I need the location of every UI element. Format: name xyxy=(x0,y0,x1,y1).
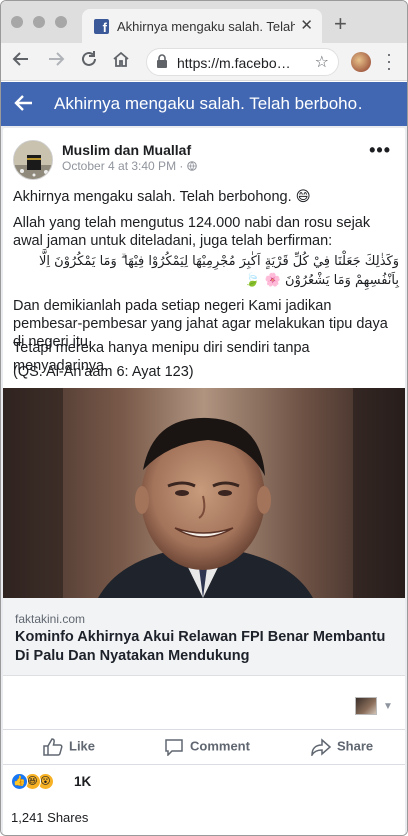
window-zoom-dot[interactable] xyxy=(55,16,67,28)
window-minimize-dot[interactable] xyxy=(33,16,45,28)
fb-back-arrow-icon[interactable] xyxy=(12,92,34,119)
share-arrow-icon xyxy=(311,738,337,758)
new-tab-icon[interactable]: + xyxy=(334,11,347,37)
post-text-line-2: Allah yang telah mengutus 124.000 nabi d… xyxy=(13,215,371,249)
post-action-bar: Like Comment Share xyxy=(3,729,405,765)
like-reaction-icon: 👍 xyxy=(11,773,28,790)
post-text-line-5: (QS. Al-An'aam 6: Ayat 123) xyxy=(13,364,194,380)
home-icon[interactable] xyxy=(112,50,130,73)
reactions-count: 1K xyxy=(74,774,92,789)
browser-tab[interactable]: f Akhirnya mengaku salah. Telah berbohon… xyxy=(82,9,322,43)
window-close-dot[interactable] xyxy=(11,16,23,28)
tab-strip: f Akhirnya mengaku salah. Telah berbohon… xyxy=(1,1,407,43)
post-options-icon[interactable]: ••• xyxy=(369,140,391,161)
like-button[interactable]: Like xyxy=(43,738,95,756)
back-arrow-icon[interactable] xyxy=(12,50,30,73)
browser-window: f Akhirnya mengaku salah. Telah berbohon… xyxy=(0,0,408,836)
link-preview-image[interactable] xyxy=(3,388,405,598)
post-timestamp[interactable]: October 4 at 3:40 PM · xyxy=(62,159,187,173)
like-label: Like xyxy=(69,738,96,754)
url-text: https://m.facebo… xyxy=(177,55,291,71)
author-avatar[interactable] xyxy=(13,140,53,180)
facebook-favicon-icon: f xyxy=(94,19,109,34)
comment-button[interactable]: Comment xyxy=(164,738,250,757)
link-headline: Kominfo Akhirnya Akui Relawan FPI Benar … xyxy=(15,629,386,664)
speech-bubble-icon xyxy=(164,738,190,757)
comment-label: Comment xyxy=(190,738,250,754)
browser-toolbar: https://m.facebo… ☆ · · · xyxy=(1,43,407,81)
page-title: Akhirnya mengaku salah. Telah berboho… xyxy=(54,94,364,113)
link-preview-box[interactable]: faktakini.com Kominfo Akhirnya Akui Rela… xyxy=(3,598,405,676)
post-meta: October 4 at 3:40 PM · xyxy=(62,159,197,173)
forward-arrow-icon[interactable] xyxy=(47,50,65,73)
browser-menu-icon[interactable]: · · · xyxy=(386,45,392,77)
profile-avatar[interactable] xyxy=(351,52,371,72)
address-bar[interactable]: https://m.facebo… ☆ xyxy=(146,48,339,76)
link-domain: faktakini.com xyxy=(15,612,86,626)
tab-close-icon[interactable]: ✕ xyxy=(300,16,313,34)
page-avatar-thumbnail[interactable] xyxy=(355,697,377,715)
arabic-verse: وَكَذٰلِكَ جَعَلْنَا فِيْ كُلِّ قَرْيَةٍ… xyxy=(38,254,399,288)
share-label: Share xyxy=(337,738,374,754)
reload-icon[interactable] xyxy=(80,50,98,73)
chevron-down-icon[interactable]: ▼ xyxy=(383,701,393,712)
post-text-line-1: Akhirnya mengaku salah. Telah berbohong.… xyxy=(13,189,311,205)
share-button[interactable]: Share xyxy=(311,738,374,758)
globe-icon xyxy=(186,159,197,173)
post-card: Muslim dan Muallaf October 4 at 3:40 PM … xyxy=(3,128,405,835)
thumbs-up-icon xyxy=(43,738,69,756)
lock-icon xyxy=(156,54,168,74)
bookmark-star-icon[interactable]: ☆ xyxy=(315,52,329,72)
author-name[interactable]: Muslim dan Muallaf xyxy=(62,142,191,158)
tab-title: Akhirnya mengaku salah. Telah berbohong. xyxy=(117,19,295,34)
shares-count[interactable]: 1,241 Shares xyxy=(11,810,88,825)
facebook-header: Akhirnya mengaku salah. Telah berboho… xyxy=(1,82,407,126)
